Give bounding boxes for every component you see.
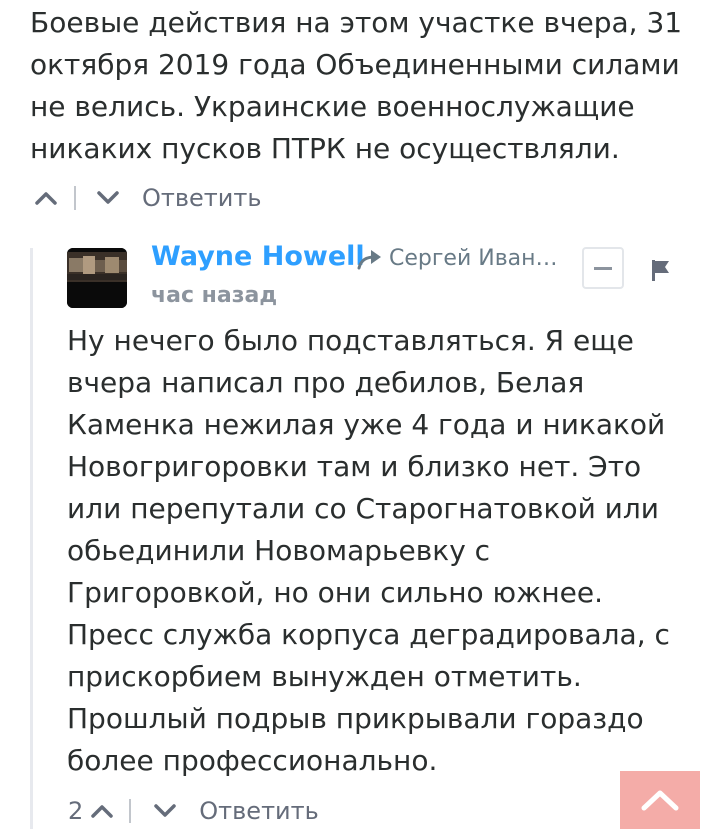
chevron-up-icon	[35, 192, 57, 205]
flag-icon	[652, 260, 669, 281]
upvote-count: 2	[68, 797, 84, 825]
thread-indent-line	[30, 248, 33, 829]
vote-separator	[129, 799, 132, 823]
reply-comment-actions: 2 Ответить	[68, 793, 319, 829]
minus-icon	[594, 266, 612, 270]
downvote-button[interactable]	[151, 797, 179, 825]
upvote-button[interactable]	[32, 184, 60, 212]
chevron-down-icon	[154, 804, 177, 817]
comment-thread: Боевые действия на этом участке вчера, 3…	[0, 0, 719, 829]
reply-button[interactable]: Ответить	[199, 797, 318, 825]
avatar[interactable]	[67, 248, 127, 308]
reply-arrow-icon	[357, 250, 381, 270]
collapse-button[interactable]	[582, 247, 624, 289]
comment-timestamp[interactable]: час назад	[151, 282, 277, 310]
upvote-button[interactable]	[89, 797, 115, 825]
reply-button[interactable]: Ответить	[142, 184, 261, 212]
chevron-down-icon	[97, 191, 119, 204]
chevron-up-icon	[91, 805, 114, 818]
parent-comment-text: Боевые действия на этом участке вчера, 3…	[30, 6, 683, 165]
flag-button[interactable]	[650, 258, 672, 282]
parent-comment-actions: Ответить	[32, 180, 261, 216]
downvote-button[interactable]	[94, 184, 122, 212]
vote-separator	[74, 186, 76, 210]
reply-to-name[interactable]: Сергей Иван…	[389, 244, 561, 274]
scroll-to-top-button[interactable]	[620, 771, 700, 829]
avatar-image	[67, 248, 127, 308]
reply-comment-text: Ну нечего было подставляться. Я еще вчер…	[67, 324, 670, 777]
author-name[interactable]: Wayne Howell	[151, 238, 365, 276]
arrow-up-icon	[641, 790, 679, 811]
reply-to: Сергей Иван…	[357, 244, 561, 274]
